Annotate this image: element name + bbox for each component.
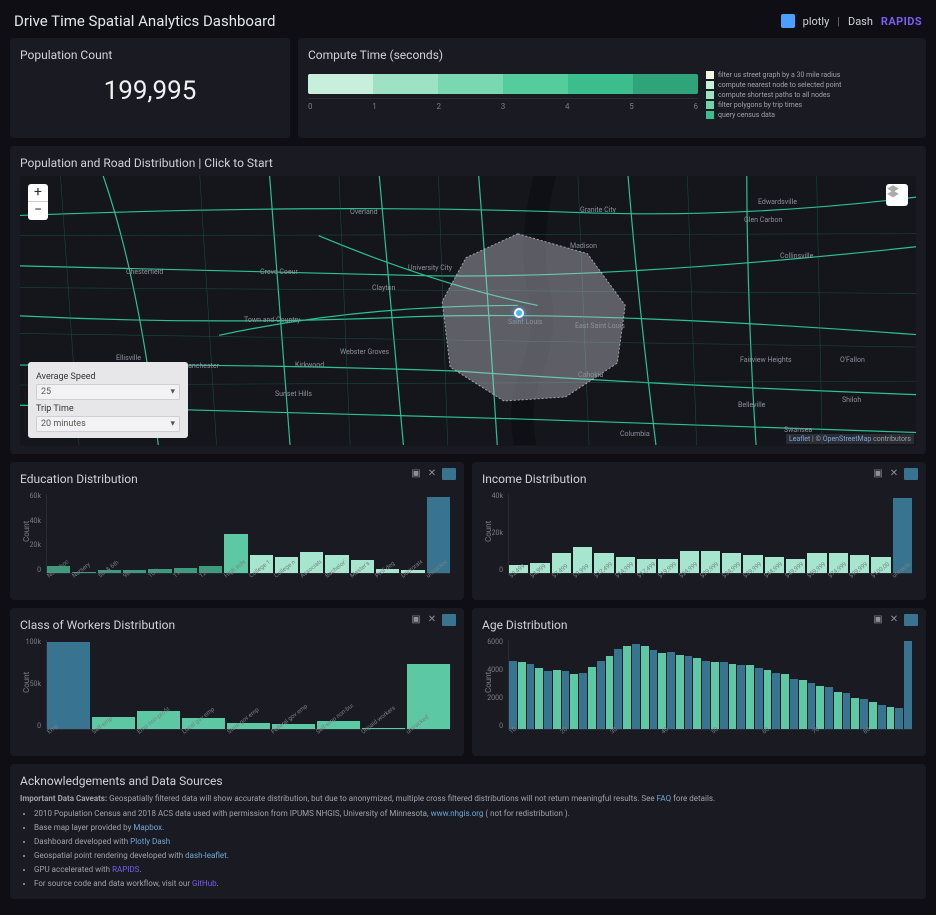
ack-link[interactable]: GitHub [192, 879, 217, 888]
close-icon[interactable]: ✕ [888, 614, 900, 626]
speed-select[interactable]: 25▾ [36, 384, 180, 400]
compute-time-panel: Compute Time (seconds) 0123456 filter us… [298, 38, 926, 138]
chevron-down-icon: ▾ [170, 384, 175, 400]
osm-link[interactable]: OpenStreetMap [823, 435, 872, 443]
brand: plotly | Dash RAPIDS [781, 14, 922, 28]
ack-link[interactable]: Plotly Dash [130, 837, 170, 846]
brand-rapids: RAPIDS [881, 15, 922, 28]
close-icon[interactable]: ✕ [426, 468, 438, 480]
population-panel: Population Count 199,995 [10, 38, 290, 138]
camera-icon[interactable]: ▣ [872, 614, 884, 626]
triptime-select[interactable]: 20 minutes▾ [36, 416, 180, 432]
bar[interactable] [658, 653, 666, 729]
chart-toolbar: ▣✕ [872, 614, 918, 626]
chart-title: Class of Workers Distribution [20, 618, 454, 632]
chart-education: Education Distribution▣✕60k40k20k0CountN… [10, 462, 464, 600]
camera-icon[interactable]: ▣ [410, 614, 422, 626]
ack-item: Geospatial point rendering developed wit… [34, 849, 916, 863]
bar[interactable] [553, 670, 561, 729]
home-icon[interactable] [904, 468, 918, 480]
page-title: Drive Time Spatial Analytics Dashboard [14, 12, 276, 30]
close-icon[interactable]: ✕ [426, 614, 438, 626]
speed-label: Average Speed [36, 372, 180, 382]
zoom-out-button[interactable]: − [28, 202, 48, 220]
layers-icon [886, 184, 900, 198]
chart-title: Education Distribution [20, 472, 454, 486]
map-marker[interactable] [514, 308, 524, 318]
map-panel: Population and Road Distribution | Click… [10, 146, 926, 454]
ack-panel: Acknowledgements and Data Sources Import… [10, 764, 926, 899]
map-canvas[interactable]: OverlandGranite CityMadisonUniversity Ci… [20, 176, 916, 446]
chart-workers: Class of Workers Distribution▣✕100k50k0C… [10, 608, 464, 756]
bar[interactable] [614, 649, 622, 729]
map-attribution: Leaflet | © OpenStreetMap contributors [786, 434, 914, 444]
ack-item: 2010 Population Census and 2018 ACS data… [34, 807, 916, 821]
population-value: 199,995 [20, 68, 280, 110]
plotly-logo-icon [781, 14, 795, 28]
leaflet-link[interactable]: Leaflet [789, 435, 810, 443]
compute-legend: filter us street graph by a 30 mile radi… [706, 68, 916, 130]
compute-bar [308, 74, 698, 94]
camera-icon[interactable]: ▣ [872, 468, 884, 480]
ack-caveat: Important Data Caveats: Geospatially fil… [20, 794, 916, 803]
chart-title: Income Distribution [482, 472, 916, 486]
bar[interactable] [667, 652, 675, 729]
ack-list: 2010 Population Census and 2018 ACS data… [20, 807, 916, 891]
chart-income: Income Distribution▣✕40k20k0Count$2,499$… [472, 462, 926, 600]
chevron-down-icon: ▾ [170, 416, 175, 432]
ack-item: Dashboard developed with Plotly Dash [34, 835, 916, 849]
bar[interactable] [711, 662, 719, 729]
brand-sep: | [837, 15, 840, 28]
population-title: Population Count [20, 48, 280, 62]
ack-title: Acknowledgements and Data Sources [20, 774, 916, 788]
bar[interactable] [562, 671, 570, 729]
bar[interactable] [755, 668, 763, 729]
brand-name: plotly [803, 15, 830, 28]
layers-button[interactable] [886, 184, 908, 206]
chart-title: Age Distribution [482, 618, 916, 632]
ack-link[interactable]: RAPIDS [112, 865, 139, 874]
camera-icon[interactable]: ▣ [410, 468, 422, 480]
zoom-control: + − [28, 184, 48, 220]
brand-product: Dash [848, 15, 873, 28]
home-icon[interactable] [904, 614, 918, 626]
compute-title: Compute Time (seconds) [308, 48, 916, 62]
ack-item: Base map layer provided by Mapbox. [34, 821, 916, 835]
home-icon[interactable] [442, 614, 456, 626]
bar[interactable] [606, 656, 614, 729]
triptime-label: Trip Time [36, 404, 180, 414]
bar[interactable] [764, 670, 772, 729]
map-controls: Average Speed 25▾ Trip Time 20 minutes▾ [28, 362, 188, 438]
close-icon[interactable]: ✕ [888, 468, 900, 480]
ack-link[interactable]: dash-leaflet [185, 851, 227, 860]
zoom-in-button[interactable]: + [28, 184, 48, 202]
chart-toolbar: ▣✕ [410, 468, 456, 480]
ack-item: GPU accelerated with RAPIDS. [34, 863, 916, 877]
compute-axis: 0123456 [308, 98, 698, 111]
chart-toolbar: ▣✕ [410, 614, 456, 626]
ack-link[interactable]: www.nhgis.org [431, 809, 484, 818]
faq-link[interactable]: FAQ [657, 794, 671, 803]
bar[interactable] [509, 661, 517, 729]
ack-link[interactable]: Mapbox [133, 823, 162, 832]
chart-age: Age Distribution▣✕6000400020000Count1020… [472, 608, 926, 756]
map-title: Population and Road Distribution | Click… [20, 156, 916, 170]
chart-toolbar: ▣✕ [872, 468, 918, 480]
ack-item: For source code and data workflow, visit… [34, 877, 916, 891]
home-icon[interactable] [442, 468, 456, 480]
bar[interactable] [808, 683, 816, 729]
